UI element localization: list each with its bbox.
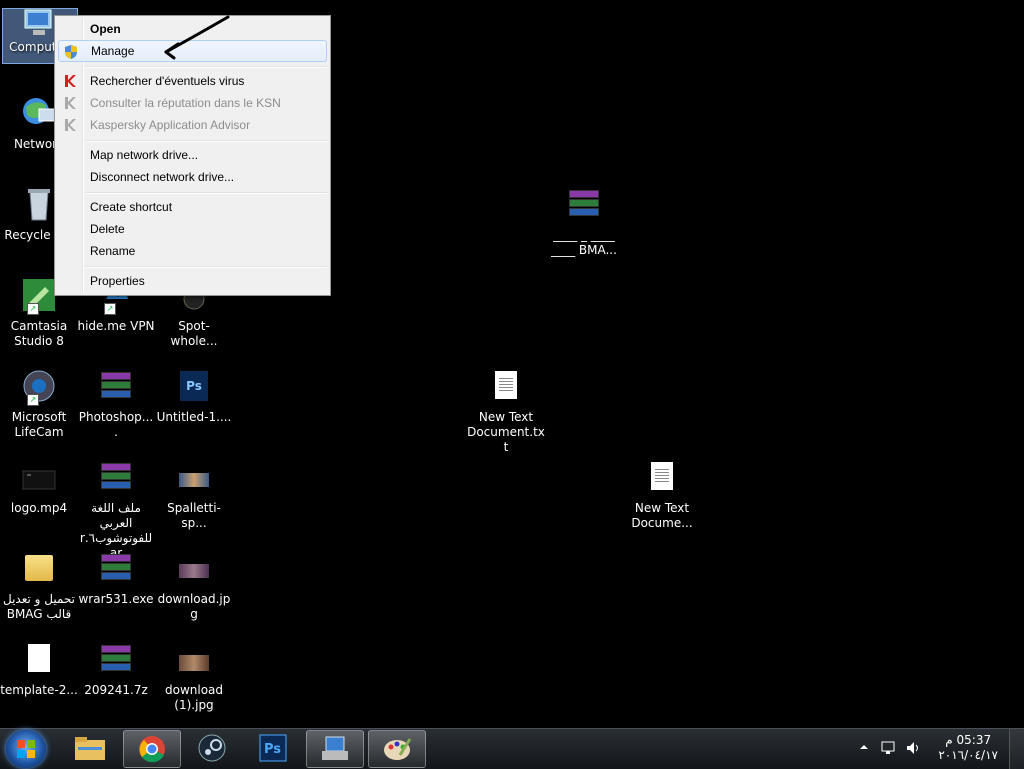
icon-label: wrar531.exe (78, 592, 154, 606)
kaspersky-icon (62, 117, 78, 133)
lifecam-icon: ↗ (21, 368, 57, 406)
icon-label: template-2... (0, 683, 78, 697)
icon-label: 209241.7z (84, 683, 148, 697)
icon-label: تحميل و تعديل قالب BMAG (2, 592, 75, 621)
menu-item-map-drive[interactable]: Map network drive... (58, 144, 327, 166)
recycle-bin-icon (21, 186, 57, 222)
clock-time: 05:37 م (945, 733, 992, 747)
menu-item-create-shortcut[interactable]: Create shortcut (58, 196, 327, 218)
icon-label: New Text Document.txt (467, 410, 545, 454)
menu-item-ksn-reputation[interactable]: Consulter la réputation dans le KSN (58, 92, 327, 114)
steam-icon (198, 734, 226, 762)
icon-label: Spot-whole... (170, 319, 218, 348)
icon-label: hide.me VPN (77, 319, 155, 333)
icon-label: Photoshop.... (78, 410, 154, 439)
icon-label: download (1).jpg (164, 683, 224, 712)
tray-show-hidden[interactable] (858, 741, 870, 756)
shortcut-arrow-icon: ↗ (27, 303, 39, 315)
image-file-icon (176, 459, 212, 495)
tray-volume[interactable] (905, 740, 923, 759)
blank-file-icon (21, 641, 57, 677)
desktop-icon-template[interactable]: template-2... (0, 641, 78, 698)
desktop-icon-new-text-1[interactable]: New Text Document.txt (467, 368, 545, 455)
desktop-icon-lifecam[interactable]: ↗ Microsoft LifeCam (0, 368, 78, 440)
chrome-icon (139, 736, 165, 763)
desktop-icon-untitled-psd[interactable]: Ps Untitled-1.... (155, 368, 233, 425)
image-file-icon (176, 641, 212, 677)
menu-item-app-advisor[interactable]: Kaspersky Application Advisor (58, 114, 327, 136)
text-file-icon (644, 459, 680, 495)
icon-label-line1: ____ _ ____ (553, 228, 615, 242)
windows-logo-icon (17, 740, 35, 758)
icon-label: New Text Docume... (631, 501, 693, 530)
taskbar-explorer[interactable] (62, 730, 118, 766)
computer-management-icon (322, 736, 348, 760)
winrar-archive-icon (566, 186, 602, 222)
psd-file-icon: Ps (176, 368, 212, 404)
taskbar-computer-management[interactable] (306, 730, 364, 768)
desktop-icon-7z[interactable]: 209241.7z (77, 641, 155, 698)
paint-icon (384, 738, 412, 760)
desktop-icon-download1-jpg[interactable]: download (1).jpg (155, 641, 233, 713)
icon-label: logo.mp4 (10, 501, 68, 515)
image-file-icon (176, 550, 212, 586)
tray-clock[interactable]: 05:37 م ٢٠١٦/٠٤/١٧ (938, 733, 998, 763)
hand-drawn-arrow (164, 15, 230, 60)
winrar-archive-icon (98, 641, 134, 677)
taskbar-photoshop[interactable]: Ps (245, 730, 301, 766)
menu-separator (85, 140, 327, 142)
start-button[interactable] (6, 730, 46, 768)
menu-item-scan-virus[interactable]: Rechercher d'éventuels virus (58, 70, 327, 92)
folder-icon (21, 550, 57, 586)
icon-label-line2: ____ BMA... (551, 243, 617, 257)
taskbar-paint[interactable] (368, 730, 426, 768)
volume-icon (907, 742, 918, 754)
menu-item-rename[interactable]: Rename (58, 240, 327, 262)
desktop-icon-arabic-rar[interactable]: ملف اللغة العربي للفوتوشوب٦.rar (77, 459, 155, 561)
taskbar: Ps 05:37 م ٢٠١٦/٠٤/١٧ (0, 728, 1024, 769)
video-file-icon (21, 459, 57, 495)
menu-separator (85, 66, 327, 68)
winrar-archive-icon (98, 368, 134, 404)
desktop-icon-download-jpg[interactable]: download.jpg (155, 550, 233, 622)
taskbar-chrome[interactable] (123, 730, 181, 768)
svg-text:Ps: Ps (264, 742, 281, 757)
kaspersky-icon (62, 73, 78, 89)
winrar-installer-icon (98, 550, 134, 586)
clock-date: ٢٠١٦/٠٤/١٧ (938, 748, 998, 762)
shortcut-arrow-icon: ↗ (104, 303, 116, 315)
menu-separator (85, 192, 327, 194)
icon-label: Untitled-1.... (156, 410, 232, 424)
network-status-icon (881, 741, 895, 754)
icon-label: download.jpg (157, 592, 231, 621)
explorer-icon (75, 737, 105, 760)
chevron-up-icon (860, 745, 868, 749)
tray-network[interactable] (880, 740, 898, 759)
text-file-icon (488, 368, 524, 404)
computer-icon (21, 8, 57, 44)
menu-item-disconnect-drive[interactable]: Disconnect network drive... (58, 166, 327, 188)
desktop-icon-bmag-folder[interactable]: تحميل و تعديل قالب BMAG (0, 550, 78, 622)
icon-label: Camtasia Studio 8 (10, 319, 68, 348)
menu-item-delete[interactable]: Delete (58, 218, 327, 240)
desktop-icon-logo-mp4[interactable]: logo.mp4 (0, 459, 78, 516)
camtasia-icon: ↗ (21, 277, 57, 315)
menu-separator (85, 266, 327, 268)
winrar-archive-icon (98, 459, 134, 495)
shortcut-arrow-icon: ↗ (27, 394, 39, 406)
desktop-icon-photoshop-archive[interactable]: Photoshop.... (77, 368, 155, 440)
icon-label: Spalletti-sp... (167, 501, 221, 530)
kaspersky-icon (62, 95, 78, 111)
network-globe-icon (21, 95, 57, 131)
shield-icon (63, 44, 79, 60)
desktop-icon-new-text-2[interactable]: New Text Docume... (623, 459, 701, 531)
desktop-icon-spalletti[interactable]: Spalletti-sp... (155, 459, 233, 531)
icon-label: Microsoft LifeCam (11, 410, 67, 439)
desktop-icon-bma-archive[interactable]: ____ _ ____ ____ BMA... (545, 186, 623, 258)
desktop-icon-wrar-exe[interactable]: wrar531.exe (77, 550, 155, 607)
taskbar-steam[interactable] (184, 730, 240, 766)
show-desktop-button[interactable] (1009, 729, 1024, 769)
photoshop-icon: Ps (259, 734, 287, 762)
menu-item-properties[interactable]: Properties (58, 270, 327, 292)
